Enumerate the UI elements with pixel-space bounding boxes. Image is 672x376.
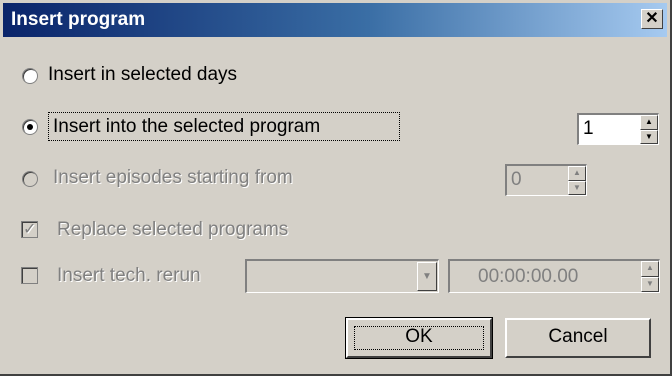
radio-insert-selected-days-label: Insert in selected days — [48, 64, 238, 85]
cancel-button[interactable]: Cancel — [505, 318, 651, 358]
close-button[interactable]: ✕ — [641, 9, 663, 29]
title-bar[interactable]: Insert program ✕ — [3, 3, 667, 37]
checkmark-icon: ✓ — [23, 221, 37, 238]
checkbox-icon[interactable]: ✓ — [21, 221, 38, 238]
chevron-down-icon[interactable]: ▼ — [417, 262, 437, 291]
spinner-down-icon[interactable]: ▼ — [640, 129, 658, 144]
radio-button-icon[interactable] — [22, 119, 38, 135]
radio-insert-episodes-label: Insert episodes starting from — [53, 167, 293, 188]
radio-insert-episodes-starting-from[interactable]: Insert episodes starting from — [20, 165, 420, 191]
checkbox-insert-tech-rerun-label: Insert tech. rerun — [57, 265, 201, 286]
radio-button-icon[interactable] — [22, 171, 38, 187]
checkbox-replace-selected-label: Replace selected programs — [57, 219, 289, 240]
close-icon: ✕ — [645, 10, 659, 27]
episode-start-value: 0 — [511, 169, 522, 190]
radio-insert-into-selected-program-label: Insert into the selected program — [53, 116, 321, 137]
radio-button-icon[interactable] — [22, 68, 38, 84]
rerun-combo-box[interactable]: ▼ — [245, 259, 439, 293]
insert-count-value: 1 — [583, 118, 594, 139]
checkbox-replace-selected-programs[interactable]: ✓ Replace selected programs — [20, 217, 420, 243]
dialog-title: Insert program — [11, 9, 146, 30]
spinner-up-icon[interactable]: ▲ — [568, 166, 586, 181]
checkbox-insert-tech-rerun[interactable]: Insert tech. rerun — [20, 263, 240, 289]
spinner-down-icon[interactable]: ▼ — [641, 276, 659, 292]
spinner-up-icon[interactable]: ▲ — [641, 261, 659, 277]
spinner-buttons: ▲ ▼ — [640, 115, 658, 144]
rerun-time-spinner[interactable]: 00:00:00.00 ▲ ▼ — [448, 259, 660, 293]
spinner-buttons: ▲ ▼ — [568, 166, 586, 195]
episode-start-spinner[interactable]: 0 ▲ ▼ — [505, 164, 587, 196]
radio-selected-dot-icon — [27, 124, 33, 130]
checkbox-icon[interactable] — [21, 267, 38, 284]
spinner-up-icon[interactable]: ▲ — [640, 115, 658, 130]
insert-program-dialog: Insert program ✕ Insert in selected days… — [0, 0, 672, 376]
cancel-button-label: Cancel — [548, 326, 608, 347]
radio-insert-selected-days[interactable]: Insert in selected days — [20, 62, 420, 88]
spinner-buttons: ▲ ▼ — [641, 261, 659, 292]
ok-button[interactable]: OK — [345, 317, 493, 359]
focus-rectangle — [354, 326, 484, 350]
insert-count-spinner[interactable]: 1 ▲ ▼ — [577, 113, 659, 145]
spinner-down-icon[interactable]: ▼ — [568, 180, 586, 195]
rerun-time-value: 00:00:00.00 — [478, 266, 579, 287]
radio-insert-into-selected-program[interactable]: Insert into the selected program — [20, 112, 420, 142]
